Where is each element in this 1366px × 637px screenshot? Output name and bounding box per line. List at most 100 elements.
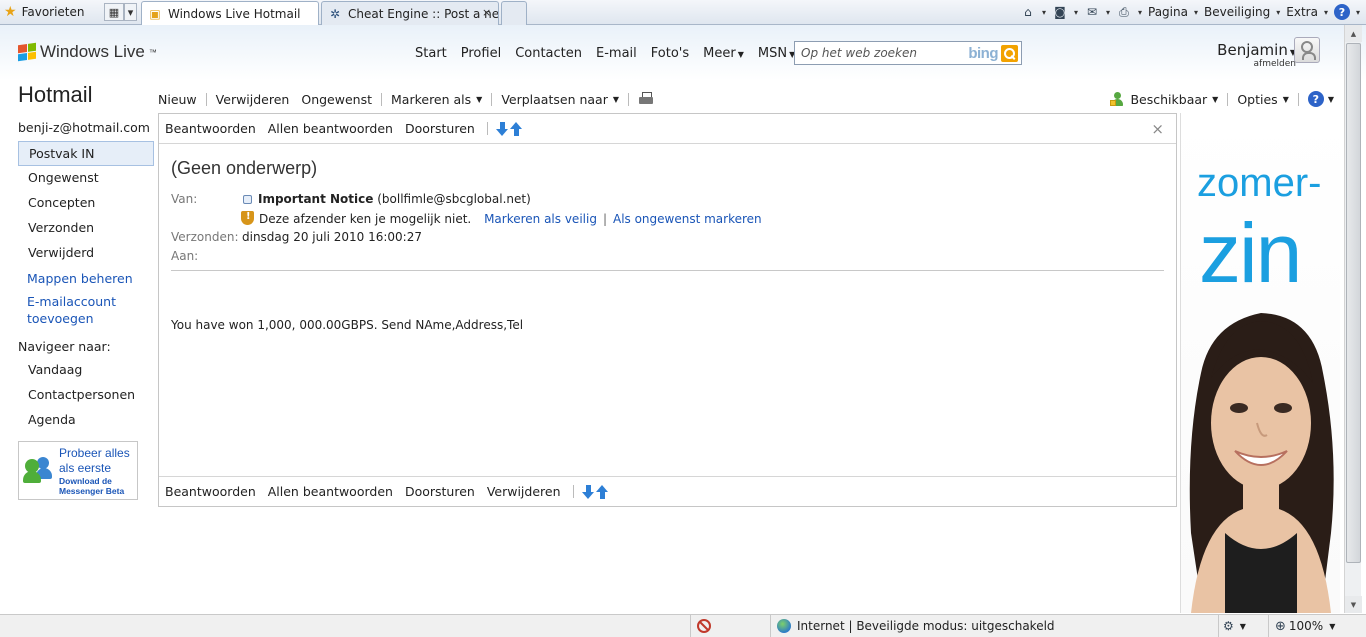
chevron-down-icon: ▼ bbox=[612, 94, 620, 104]
home-icon[interactable]: ⌂ bbox=[1020, 4, 1036, 20]
user-menu[interactable]: Benjamin ▼ afmelden bbox=[1217, 41, 1296, 69]
nav-contacts[interactable]: Contacten bbox=[515, 46, 582, 61]
scroll-down-icon[interactable]: ▼ bbox=[1345, 596, 1362, 613]
folder-inbox[interactable]: Postvak IN bbox=[18, 141, 154, 166]
print-icon[interactable]: ⎙ bbox=[1116, 4, 1132, 20]
chevron-down-icon: ▾ bbox=[1193, 7, 1198, 17]
tab-cheat-engine[interactable]: ✲ Cheat Engine :: Post a new... × bbox=[321, 1, 499, 25]
scroll-thumb[interactable] bbox=[1346, 43, 1361, 563]
message-panel: Beantwoorden Allen beantwoorden Doorstur… bbox=[158, 113, 1177, 507]
nav-email[interactable]: E-mail bbox=[596, 46, 637, 61]
page-title[interactable]: Hotmail bbox=[18, 82, 154, 108]
messenger-promo[interactable]: Probeer alles als eerste Download de Mes… bbox=[18, 441, 138, 500]
reply-all-button[interactable]: Allen beantwoorden bbox=[268, 121, 393, 136]
nav-contacts[interactable]: Contactpersonen bbox=[18, 383, 154, 408]
favorites-button[interactable]: ★ Favorieten bbox=[4, 3, 85, 21]
warning-text: Deze afzender ken je mogelijk niet. bbox=[259, 212, 472, 226]
messenger-icon bbox=[23, 455, 55, 487]
previous-message-icon[interactable] bbox=[509, 121, 523, 136]
nav-more[interactable]: Meer ▼ bbox=[703, 46, 744, 61]
chevron-down-icon[interactable]: ▾ bbox=[1074, 8, 1078, 17]
forward-button[interactable]: Doorsturen bbox=[405, 484, 475, 499]
menu-extra[interactable]: Extra bbox=[1286, 5, 1318, 19]
help-icon[interactable]: ? bbox=[1307, 91, 1324, 107]
account-email: benji-z@hotmail.com bbox=[18, 120, 150, 135]
delete-button[interactable]: Verwijderen bbox=[216, 92, 290, 107]
help-icon[interactable]: ? bbox=[1333, 4, 1350, 20]
nav-calendar[interactable]: Agenda bbox=[18, 408, 154, 433]
chevron-down-icon[interactable]: ▾ bbox=[1042, 8, 1046, 17]
sidebar: Hotmail benji-z@hotmail.com Postvak IN O… bbox=[18, 82, 154, 500]
mark-junk-link[interactable]: Als ongewenst markeren bbox=[613, 212, 762, 226]
next-message-icon[interactable] bbox=[581, 484, 595, 499]
reply-button[interactable]: Beantwoorden bbox=[165, 484, 256, 499]
privacy-cell[interactable] bbox=[690, 615, 727, 637]
search-input[interactable] bbox=[795, 42, 969, 64]
forward-button[interactable]: Doorsturen bbox=[405, 121, 475, 136]
mail-icon[interactable]: ✉ bbox=[1084, 4, 1100, 20]
chevron-down-icon: ▾ bbox=[127, 5, 134, 19]
sender-name[interactable]: Important Notice bbox=[258, 192, 373, 206]
advertisement[interactable]: zomer- zin bbox=[1180, 113, 1340, 613]
tab-hotmail[interactable]: ▣ Windows Live Hotmail bbox=[141, 1, 319, 25]
rss-icon[interactable]: ◙ bbox=[1052, 4, 1068, 20]
folder-drafts[interactable]: Concepten bbox=[18, 191, 154, 216]
nav-photos[interactable]: Foto's bbox=[651, 46, 689, 61]
mark-safe-link[interactable]: Markeren als veilig bbox=[484, 212, 597, 226]
chevron-down-icon: ▼ bbox=[1212, 94, 1219, 104]
new-tab-button[interactable] bbox=[501, 1, 527, 25]
close-icon[interactable]: × bbox=[1151, 120, 1164, 138]
manage-folders-link[interactable]: Mappen beheren bbox=[18, 270, 154, 287]
folder-deleted[interactable]: Verwijderd bbox=[18, 241, 154, 266]
move-to-button[interactable]: Verplaatsen naar ▼ bbox=[501, 92, 619, 107]
previous-message-icon[interactable] bbox=[595, 484, 609, 499]
separator bbox=[1297, 92, 1299, 106]
mark-as-button[interactable]: Markeren als ▼ bbox=[391, 92, 482, 107]
printer-icon[interactable] bbox=[638, 92, 654, 106]
next-message-icon[interactable] bbox=[495, 121, 509, 136]
zoom-level: 100% bbox=[1288, 619, 1324, 633]
delete-button[interactable]: Verwijderen bbox=[487, 484, 561, 499]
protected-mode-cell[interactable]: ⚙ ▼ bbox=[1218, 615, 1266, 637]
chevron-down-icon[interactable]: ▾ bbox=[1356, 8, 1360, 17]
zoom-cell[interactable]: ⊕ 100% ▼ bbox=[1268, 615, 1358, 637]
search-icon[interactable] bbox=[1001, 44, 1018, 62]
avatar[interactable] bbox=[1294, 37, 1320, 63]
vertical-scrollbar[interactable]: ▲ ▼ bbox=[1344, 25, 1362, 613]
chevron-down-icon[interactable]: ▼ bbox=[1328, 95, 1334, 104]
command-bar: ⌂ ▾ ◙ ▾ ✉ ▾ ⎙ ▾ Pagina ▾ Beveiliging ▾ Extra ▾ … bbox=[1020, 3, 1360, 21]
windows-live-logo[interactable]: Windows Live ™ bbox=[18, 42, 157, 62]
menu-page[interactable]: Pagina bbox=[1148, 5, 1188, 19]
quick-tabs-button[interactable]: ▦ bbox=[104, 3, 124, 21]
user-name: Benjamin bbox=[1217, 41, 1288, 59]
nav-profile[interactable]: Profiel bbox=[461, 46, 501, 61]
folder-junk[interactable]: Ongewenst bbox=[18, 166, 154, 191]
close-tab-icon[interactable]: × bbox=[482, 6, 494, 19]
reply-button[interactable]: Beantwoorden bbox=[165, 121, 256, 136]
new-button[interactable]: Nieuw bbox=[158, 92, 197, 107]
ie-page-icon: ▣ bbox=[149, 6, 161, 21]
separator bbox=[491, 92, 493, 106]
promo-line1: Probeer alles bbox=[59, 445, 130, 460]
add-account-line2: toevoegen bbox=[27, 311, 94, 326]
nav-msn[interactable]: MSN ▼ bbox=[758, 46, 795, 61]
star-icon: ★ bbox=[4, 4, 17, 20]
availability-button[interactable]: Beschikbaar ▼ bbox=[1130, 92, 1218, 107]
nav-msn-label: MSN bbox=[757, 46, 788, 61]
junk-button[interactable]: Ongewenst bbox=[301, 92, 372, 107]
scroll-up-icon[interactable]: ▲ bbox=[1345, 25, 1362, 42]
menu-security[interactable]: Beveiliging bbox=[1204, 5, 1270, 19]
chevron-down-icon: ▾ bbox=[1276, 7, 1281, 17]
folder-sent[interactable]: Verzonden bbox=[18, 216, 154, 241]
sign-out-link[interactable]: afmelden bbox=[1217, 59, 1296, 69]
chevron-down-icon[interactable]: ▾ bbox=[1106, 8, 1110, 17]
tab-list-button[interactable]: ▾ bbox=[124, 3, 137, 21]
options-button[interactable]: Opties ▼ bbox=[1237, 92, 1289, 107]
reply-all-button[interactable]: Allen beantwoorden bbox=[268, 484, 393, 499]
zone-cell[interactable]: Internet | Beveiligde modus: uitgeschake… bbox=[770, 615, 1210, 637]
add-account-link[interactable]: E-mailaccount toevoegen bbox=[18, 293, 154, 327]
chevron-down-icon[interactable]: ▾ bbox=[1138, 8, 1142, 17]
nav-today[interactable]: Vandaag bbox=[18, 358, 154, 383]
to-label: Aan: bbox=[171, 249, 199, 263]
nav-start[interactable]: Start bbox=[415, 46, 447, 61]
